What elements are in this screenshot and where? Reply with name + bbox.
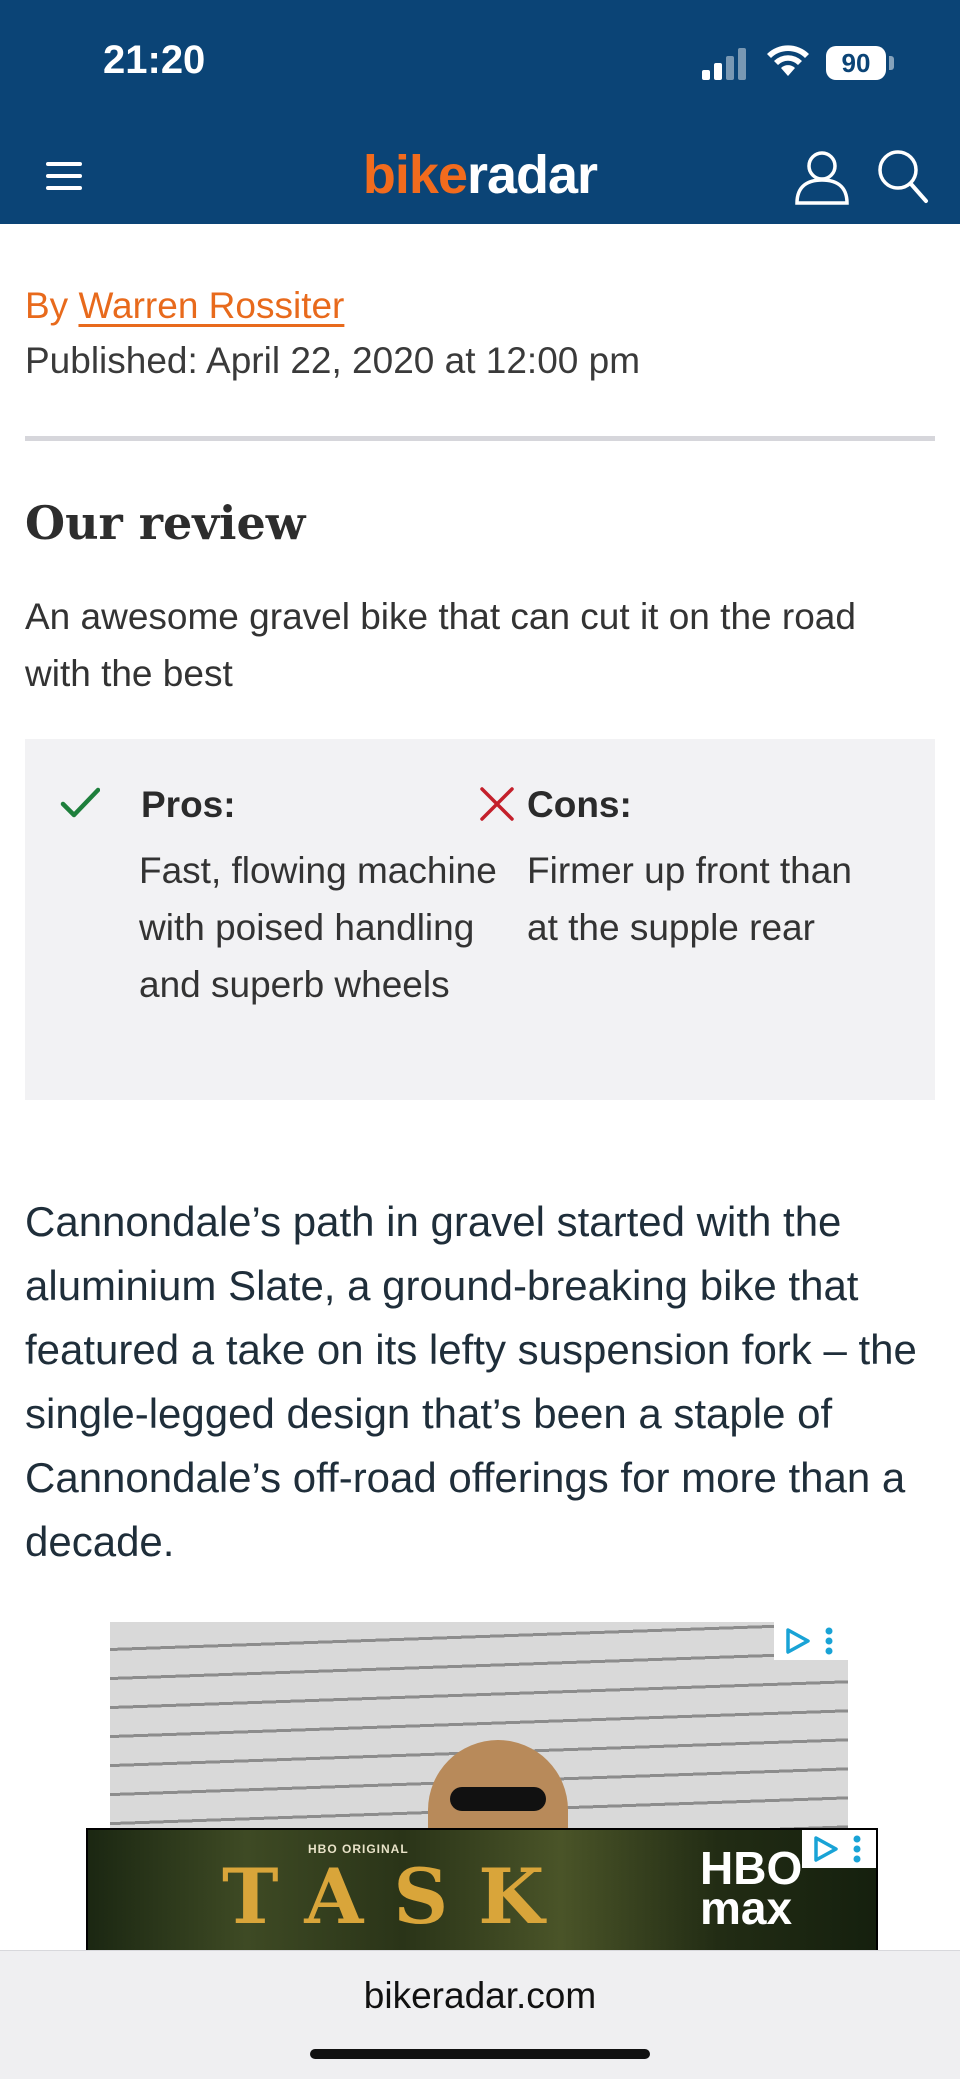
home-indicator[interactable] [310, 2049, 650, 2059]
banner-brand-logo: HBO max [700, 1845, 802, 1934]
status-time: 21:20 [103, 38, 206, 82]
published-date: Published: April 22, 2020 at 12:00 pm [25, 340, 641, 381]
review-verdict: An awesome gravel bike that can cut it o… [25, 596, 856, 694]
checkmark-icon [60, 787, 100, 818]
battery-tip [889, 56, 894, 70]
review-heading: Our review [25, 496, 306, 550]
divider [25, 436, 935, 441]
ad-choices-icon[interactable] [774, 1622, 848, 1660]
pros-text: Fast, flowing machine with poised handli… [139, 850, 497, 1005]
banner-brand-line2: max [700, 1882, 793, 1934]
ad-image[interactable] [110, 1622, 848, 1828]
browser-address-bar[interactable]: bikeradar.com [0, 1950, 960, 2079]
article-paragraph: Cannondale’s path in gravel started with… [25, 1198, 917, 1565]
banner-ad[interactable]: HBO ORIGINAL TASK HBO max [86, 1828, 878, 1952]
logo-part-bike: bike [362, 145, 468, 205]
pros-cons-box: Pros: Fast, flowing machine with poised … [25, 739, 935, 1100]
site-header: bikeradar [0, 128, 960, 224]
status-bar: 21:20 90 [0, 0, 960, 128]
byline: By Warren Rossiter [25, 285, 344, 327]
battery-icon: 90 [826, 46, 886, 80]
byline-prefix: By [25, 285, 69, 326]
url-text[interactable]: bikeradar.com [0, 1975, 960, 2017]
logo-part-radar: radar [466, 145, 598, 205]
banner-title: TASK [222, 1852, 575, 1941]
author-link[interactable]: Warren Rossiter [78, 285, 344, 326]
account-icon[interactable] [792, 146, 852, 206]
pros-label: Pros: [141, 784, 236, 825]
ad-choices-icon[interactable] [802, 1830, 876, 1868]
cons-text: Firmer up front than at the supple rear [527, 850, 852, 948]
cons-label: Cons: [527, 784, 632, 825]
signal-icon [702, 48, 746, 80]
wifi-icon [767, 45, 809, 76]
cross-icon [480, 787, 514, 821]
search-icon[interactable] [874, 146, 930, 206]
ad-sunglasses [450, 1787, 546, 1811]
ad-person-figure [428, 1740, 568, 1828]
